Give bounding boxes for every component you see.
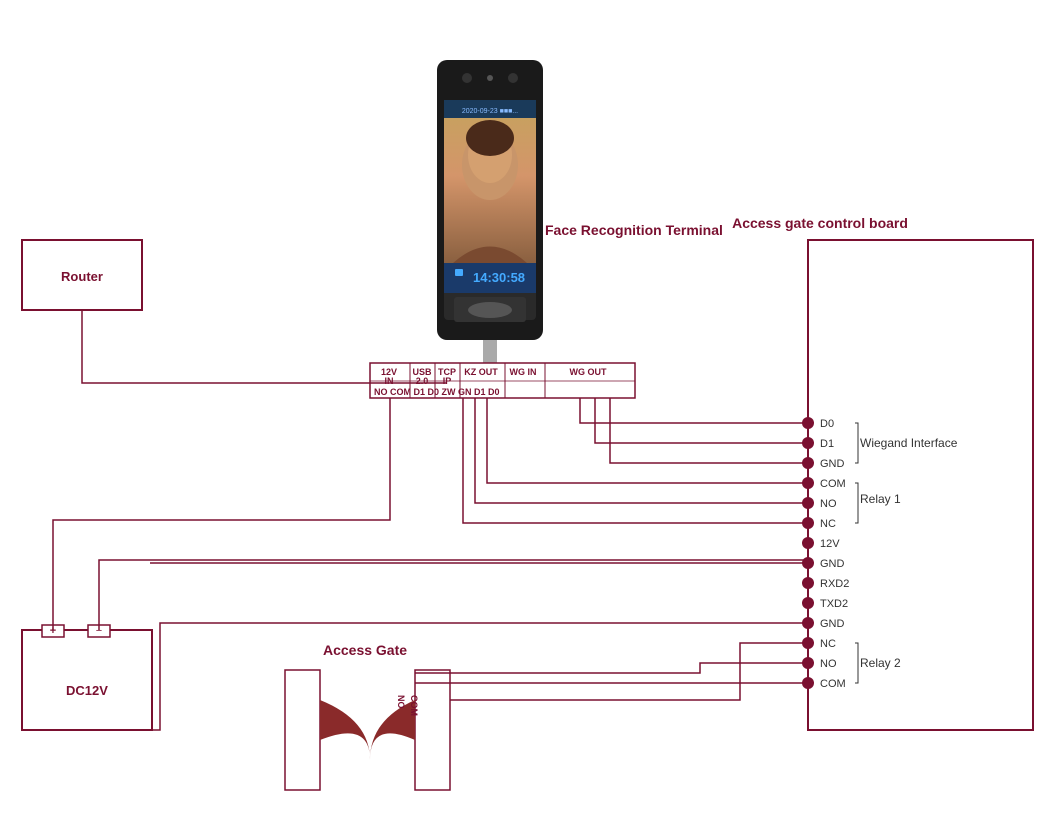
access-gate-label: Access Gate	[323, 642, 407, 658]
kz-no-wire	[475, 398, 808, 503]
pin-nc1-label: NC	[820, 518, 836, 530]
kz-nc-wire	[463, 398, 808, 523]
pin-txd2-label: TXD2	[820, 598, 848, 610]
pin-12v-dot	[802, 537, 814, 549]
face-terminal-label: Face Recognition Terminal	[545, 222, 723, 238]
pin-no1-label: NO	[820, 498, 837, 510]
gate-right-pillar	[415, 670, 450, 790]
gate-no-wire	[415, 663, 808, 673]
conn-wgout-label: WG OUT	[570, 367, 607, 377]
camera-left	[462, 73, 472, 83]
kz-com-wire	[487, 398, 808, 483]
pin-d1-label: D1	[820, 438, 834, 450]
hair-top	[466, 120, 514, 156]
wg-d0-wire	[580, 398, 808, 423]
pin-com2-label: COM	[820, 678, 846, 690]
battery-pos-wire	[53, 398, 390, 630]
conn-wgin-label: WG IN	[510, 367, 537, 377]
pin-gnd1-label: GND	[820, 458, 845, 470]
pin-com1-label: COM	[820, 478, 846, 490]
terminal-date: 2020-09-23 ■■■...	[462, 108, 518, 115]
conn-kz-label: KZ OUT	[464, 367, 498, 377]
wiegand-label: Wiegand Interface	[860, 436, 958, 450]
pin-gnd2-label: GND	[820, 558, 845, 570]
relay2-label: Relay 2	[860, 656, 901, 670]
conn-ip-label: IP	[443, 376, 452, 386]
conn-in-label: IN	[385, 376, 394, 386]
dc12v-label: DC12V	[66, 683, 108, 698]
pin-gnd3-label: GND	[820, 618, 845, 630]
pin-d0-label: D0	[820, 418, 834, 430]
battery-neg-wire	[99, 560, 150, 630]
reader-symbol	[468, 302, 512, 318]
camera-center	[487, 75, 493, 81]
pin-nc2-label: NC	[820, 638, 836, 650]
conn-20-label: 2.0	[416, 376, 429, 386]
camera-right	[508, 73, 518, 83]
pin-labels-bottom: NO COM D1 D0 ZW GN D1 D0	[374, 387, 500, 397]
lock-icon	[455, 269, 463, 276]
pin-no2-label: NO	[820, 658, 837, 670]
pin-txd2-dot	[802, 597, 814, 609]
gate-com-label: COM	[409, 695, 419, 716]
gate-wing-right	[370, 700, 415, 760]
wg-gnd-wire	[610, 398, 808, 463]
pin-12v-label: 12V	[820, 538, 840, 550]
gate-wing-left	[320, 700, 370, 760]
wg-d1-wire	[595, 398, 808, 443]
router-label: Router	[61, 269, 103, 284]
pin-rxd2-label: RXD2	[820, 578, 849, 590]
time-text: 14:30:58	[473, 270, 525, 285]
relay1-label: Relay 1	[860, 492, 901, 506]
pin-rxd2-dot	[802, 577, 814, 589]
gate-left-pillar	[285, 670, 320, 790]
board-title: Access gate control board	[732, 215, 908, 231]
battery-box	[22, 630, 152, 730]
gate-no-label: NO	[396, 695, 406, 709]
board-gate-nc-wire	[450, 643, 808, 700]
